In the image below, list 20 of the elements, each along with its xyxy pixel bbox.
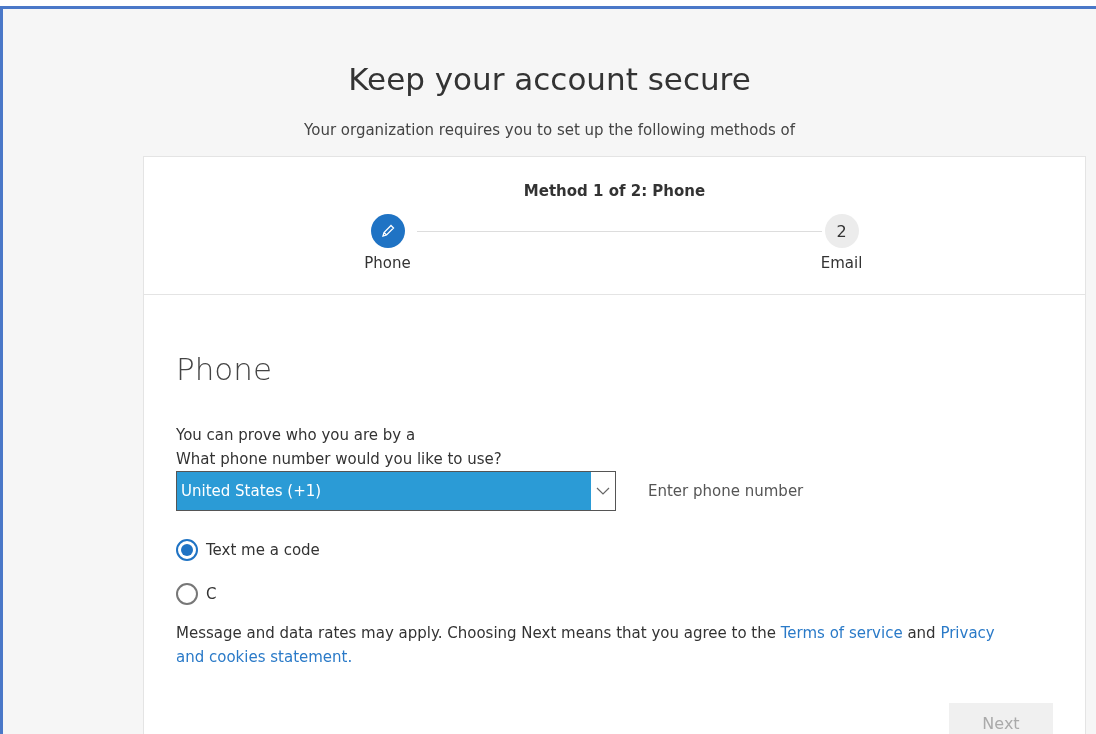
question-text: What phone number would you like to use? [176,449,503,470]
method-heading: Method 1 of 2: Phone [523,182,706,200]
radio-button[interactable] [176,539,198,561]
terms-link[interactable]: Terms of service [780,624,903,642]
radio-button[interactable] [176,583,198,605]
privacy-link[interactable]: and cookies statement. [176,648,353,666]
pencil-icon [379,223,396,239]
chevron-down-icon [596,487,610,495]
step-number: 2 [824,214,859,248]
notice-text: Message and data rates may apply. Choosing Next means that you agree to the Terms of service and Privacy and cookies statement. [176,623,996,668]
privacy-link[interactable]: Privacy [940,624,995,642]
intro-text: You can prove who you are by a [176,425,417,446]
page-subtitle: Your organization requires you to set up the following methods of [304,121,795,139]
option-label: C [206,585,217,603]
option-label: Text me a code [206,541,320,559]
step-label: Email [820,254,863,272]
country-dropdown[interactable]: United States (+1) [176,471,616,511]
step-label: Phone [364,254,411,272]
page-title: Keep your account secure [348,61,751,97]
section-heading: Phone [176,351,274,387]
